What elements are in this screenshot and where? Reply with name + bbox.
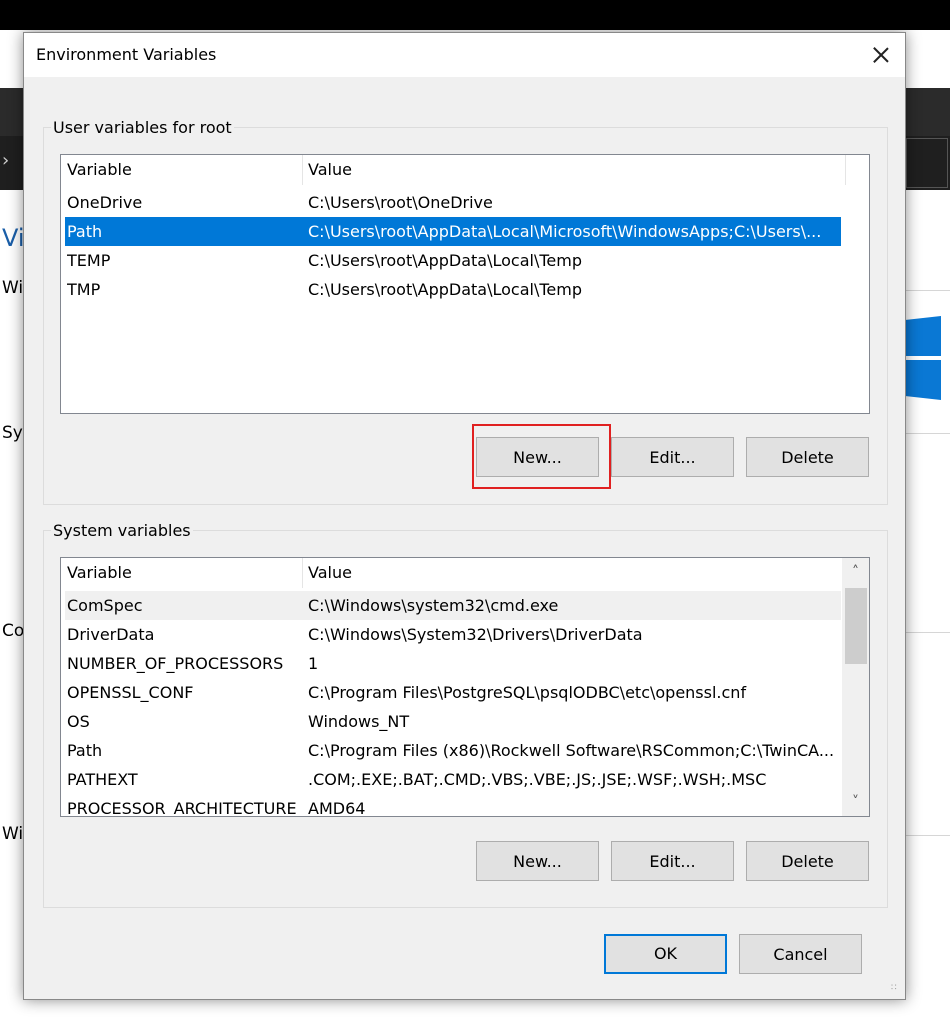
background-text: Co [2, 621, 25, 641]
list-item[interactable]: OPENSSL_CONF C:\Program Files\PostgreSQL… [65, 678, 841, 707]
resize-grip-icon[interactable]: ∷ [891, 984, 903, 997]
variable-value: .COM;.EXE;.BAT;.CMD;.VBS;.VBE;.JS;.JSE;.… [308, 770, 767, 789]
list-item[interactable]: Path C:\Program Files (x86)\Rockwell Sof… [65, 736, 841, 765]
variable-name: Path [67, 222, 103, 241]
system-variables-label: System variables [51, 521, 193, 540]
list-item[interactable]: OneDrive C:\Users\root\OneDrive [65, 188, 841, 217]
list-header: Variable Value [61, 558, 846, 588]
close-icon[interactable] [865, 39, 897, 71]
user-variables-label: User variables for root [51, 118, 234, 137]
variable-value: C:\Windows\system32\cmd.exe [308, 596, 559, 615]
variable-name: TEMP [67, 251, 111, 270]
column-header-variable[interactable]: Variable [61, 155, 303, 185]
scroll-down-icon[interactable]: ˅ [842, 788, 869, 816]
variable-name: OS [67, 712, 90, 731]
system-delete-button[interactable]: Delete [746, 841, 869, 881]
list-item[interactable]: NUMBER_OF_PROCESSORS 1 [65, 649, 841, 678]
variable-name: PATHEXT [67, 770, 138, 789]
scrollbar-thumb[interactable] [845, 588, 867, 664]
list-item[interactable]: OS Windows_NT [65, 707, 841, 736]
column-header-variable[interactable]: Variable [61, 558, 303, 588]
background-heading: Vi [2, 224, 25, 252]
background-titlebar [0, 0, 950, 30]
list-item[interactable]: ComSpec C:\Windows\system32\cmd.exe [65, 591, 841, 620]
variable-value: C:\Users\root\AppData\Local\Temp [308, 251, 582, 270]
list-header: Variable Value [61, 155, 846, 185]
variable-value: C:\Users\root\AppData\Local\Microsoft\Wi… [308, 222, 822, 241]
variable-value: C:\Windows\System32\Drivers\DriverData [308, 625, 643, 644]
variable-value: AMD64 [308, 799, 366, 817]
cancel-button[interactable]: Cancel [739, 934, 862, 974]
background-text: Wi [2, 824, 24, 844]
variable-value: 1 [308, 654, 319, 673]
ok-button[interactable]: OK [604, 934, 727, 974]
variable-name: OPENSSL_CONF [67, 683, 194, 702]
variable-value: C:\Program Files (x86)\Rockwell Software… [308, 741, 835, 760]
list-item-selected[interactable]: Path C:\Users\root\AppData\Local\Microso… [65, 217, 841, 246]
background-divider [905, 290, 950, 291]
scroll-up-icon[interactable]: ˄ [842, 558, 869, 586]
chevron-right-icon[interactable]: › [2, 150, 9, 171]
variable-name: OneDrive [67, 193, 143, 212]
variable-name: PROCESSOR_ARCHITECTURE [67, 799, 297, 817]
variable-name: TMP [67, 280, 101, 299]
variable-value: C:\Program Files\PostgreSQL\psqlODBC\etc… [308, 683, 747, 702]
vertical-scrollbar[interactable]: ˄ ˅ [842, 558, 869, 816]
variable-name: Path [67, 741, 103, 760]
user-variables-list[interactable]: Variable Value OneDrive C:\Users\root\On… [60, 154, 870, 414]
variable-name: ComSpec [67, 596, 143, 615]
environment-variables-dialog: Environment Variables User variables for… [23, 32, 906, 1000]
variable-value: C:\Users\root\AppData\Local\Temp [308, 280, 582, 299]
dialog-titlebar[interactable]: Environment Variables [24, 33, 905, 77]
background-text: Wi [2, 278, 24, 298]
user-delete-button[interactable]: Delete [746, 437, 869, 477]
background-divider [905, 835, 950, 836]
list-item[interactable]: DriverData C:\Windows\System32\Drivers\D… [65, 620, 841, 649]
user-new-button[interactable]: New... [476, 437, 599, 477]
list-item[interactable]: PROCESSOR_ARCHITECTURE AMD64 [65, 794, 841, 817]
list-item[interactable]: PATHEXT .COM;.EXE;.BAT;.CMD;.VBS;.VBE;.J… [65, 765, 841, 794]
system-new-button[interactable]: New... [476, 841, 599, 881]
variable-value: C:\Users\root\OneDrive [308, 193, 493, 212]
background-divider [905, 433, 950, 434]
list-item[interactable]: TEMP C:\Users\root\AppData\Local\Temp [65, 246, 841, 275]
windows-logo-icon [905, 360, 941, 400]
variable-value: Windows_NT [308, 712, 410, 731]
background-divider [905, 632, 950, 633]
variable-name: DriverData [67, 625, 155, 644]
variable-name: NUMBER_OF_PROCESSORS [67, 654, 284, 673]
windows-logo-icon [905, 316, 941, 356]
list-item[interactable]: TMP C:\Users\root\AppData\Local\Temp [65, 275, 841, 304]
column-header-value[interactable]: Value [302, 155, 846, 185]
system-edit-button[interactable]: Edit... [611, 841, 734, 881]
user-edit-button[interactable]: Edit... [611, 437, 734, 477]
dialog-title: Environment Variables [36, 45, 217, 64]
background-toolbar-box [906, 138, 948, 188]
system-variables-list[interactable]: Variable Value ComSpec C:\Windows\system… [60, 557, 870, 817]
column-header-value[interactable]: Value [302, 558, 846, 588]
